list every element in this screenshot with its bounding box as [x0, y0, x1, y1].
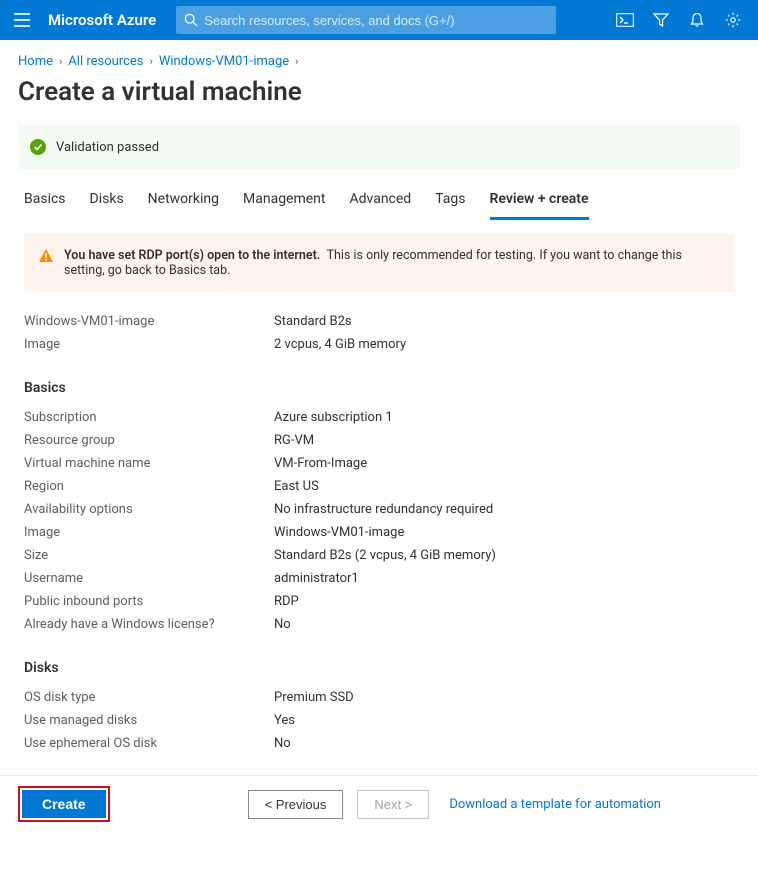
prop-key: Public inbound ports — [24, 594, 274, 609]
validation-banner: Validation passed — [18, 125, 740, 169]
table-row: Use ephemeral OS diskNo — [24, 732, 734, 755]
tab-bar: Basics Disks Networking Management Advan… — [0, 183, 758, 220]
section-disks: Disks OS disk typePremium SSD Use manage… — [0, 660, 758, 775]
prop-val: administrator1 — [274, 571, 359, 586]
tab-networking[interactable]: Networking — [148, 183, 219, 220]
prop-val: No — [274, 736, 291, 751]
search-icon — [184, 13, 198, 27]
prop-val: Premium SSD — [274, 690, 354, 705]
prop-key: Virtual machine name — [24, 456, 274, 471]
prop-val: Yes — [274, 713, 295, 728]
prop-key: Already have a Windows license? — [24, 617, 274, 632]
prop-key: Size — [24, 548, 274, 563]
brand-label[interactable]: Microsoft Azure — [48, 11, 156, 29]
next-button: Next > — [357, 790, 429, 819]
summary-row: Image 2 vcpus, 4 GiB memory — [24, 333, 734, 356]
table-row: Virtual machine nameVM-From-Image — [24, 452, 734, 475]
tab-disks[interactable]: Disks — [90, 183, 124, 220]
breadcrumb-home[interactable]: Home — [18, 54, 53, 69]
search-input[interactable] — [204, 13, 548, 28]
create-highlight: Create — [18, 786, 110, 822]
summary-key: Windows-VM01-image — [24, 314, 274, 329]
cloud-shell-icon[interactable] — [616, 11, 634, 29]
table-row: SubscriptionAzure subscription 1 — [24, 406, 734, 429]
warning-banner: You have set RDP port(s) open to the int… — [24, 234, 734, 292]
prop-val: Standard B2s (2 vcpus, 4 GiB memory) — [274, 548, 496, 563]
prop-key: OS disk type — [24, 690, 274, 705]
footer-bar: Create < Previous Next > Download a temp… — [0, 775, 758, 832]
table-row: OS disk typePremium SSD — [24, 686, 734, 709]
top-bar: Microsoft Azure — [0, 0, 758, 40]
table-row: SizeStandard B2s (2 vcpus, 4 GiB memory) — [24, 544, 734, 567]
notifications-icon[interactable] — [688, 11, 706, 29]
chevron-right-icon: › — [150, 55, 153, 68]
summary-top: Windows-VM01-image Standard B2s Image 2 … — [0, 310, 758, 366]
download-template-link[interactable]: Download a template for automation — [449, 797, 661, 812]
table-row: Usernameadministrator1 — [24, 567, 734, 590]
warning-icon — [38, 248, 54, 278]
table-row: Already have a Windows license?No — [24, 613, 734, 636]
chevron-right-icon: › — [295, 55, 298, 68]
search-box[interactable] — [176, 6, 556, 34]
prop-val: Windows-VM01-image — [274, 525, 404, 540]
table-row: Public inbound portsRDP — [24, 590, 734, 613]
breadcrumb-all-resources[interactable]: All resources — [68, 54, 143, 69]
tab-advanced[interactable]: Advanced — [350, 183, 412, 220]
prop-key: Resource group — [24, 433, 274, 448]
table-row: Availability optionsNo infrastructure re… — [24, 498, 734, 521]
table-row: ImageWindows-VM01-image — [24, 521, 734, 544]
settings-icon[interactable] — [724, 11, 742, 29]
success-icon — [30, 139, 46, 155]
summary-row: Windows-VM01-image Standard B2s — [24, 310, 734, 333]
table-row: Use managed disksYes — [24, 709, 734, 732]
filter-icon[interactable] — [652, 11, 670, 29]
prop-val: RDP — [274, 594, 299, 609]
prop-key: Use managed disks — [24, 713, 274, 728]
page-title: Create a virtual machine — [0, 71, 758, 125]
breadcrumb-resource[interactable]: Windows-VM01-image — [159, 54, 289, 69]
warning-text: You have set RDP port(s) open to the int… — [64, 248, 720, 278]
table-row: Resource groupRG-VM — [24, 429, 734, 452]
tab-basics[interactable]: Basics — [24, 183, 66, 220]
validation-text: Validation passed — [56, 140, 159, 155]
prop-val: No infrastructure redundancy required — [274, 502, 493, 517]
prop-val: VM-From-Image — [274, 456, 367, 471]
prop-key: Use ephemeral OS disk — [24, 736, 274, 751]
table-row: RegionEast US — [24, 475, 734, 498]
prop-val: East US — [274, 479, 319, 494]
prop-key: Subscription — [24, 410, 274, 425]
section-title-disks: Disks — [24, 660, 734, 676]
tab-management[interactable]: Management — [243, 183, 325, 220]
previous-button[interactable]: < Previous — [248, 790, 344, 819]
prop-key: Username — [24, 571, 274, 586]
prop-key: Availability options — [24, 502, 274, 517]
section-basics: Basics SubscriptionAzure subscription 1 … — [0, 380, 758, 646]
tab-review-create[interactable]: Review + create — [490, 183, 589, 220]
prop-val: RG-VM — [274, 433, 314, 448]
prop-val: Azure subscription 1 — [274, 410, 393, 425]
prop-val: No — [274, 617, 291, 632]
section-title-basics: Basics — [24, 380, 734, 396]
tab-tags[interactable]: Tags — [435, 183, 465, 220]
create-button[interactable]: Create — [22, 790, 106, 818]
chevron-right-icon: › — [59, 55, 62, 68]
top-icon-group — [616, 11, 750, 29]
summary-val: Standard B2s — [274, 314, 352, 329]
prop-key: Image — [24, 525, 274, 540]
menu-icon[interactable] — [8, 13, 36, 27]
warning-bold: You have set RDP port(s) open to the int… — [64, 248, 320, 263]
summary-key: Image — [24, 337, 274, 352]
summary-val: 2 vcpus, 4 GiB memory — [274, 337, 406, 352]
prop-key: Region — [24, 479, 274, 494]
breadcrumb: Home › All resources › Windows-VM01-imag… — [0, 40, 758, 71]
